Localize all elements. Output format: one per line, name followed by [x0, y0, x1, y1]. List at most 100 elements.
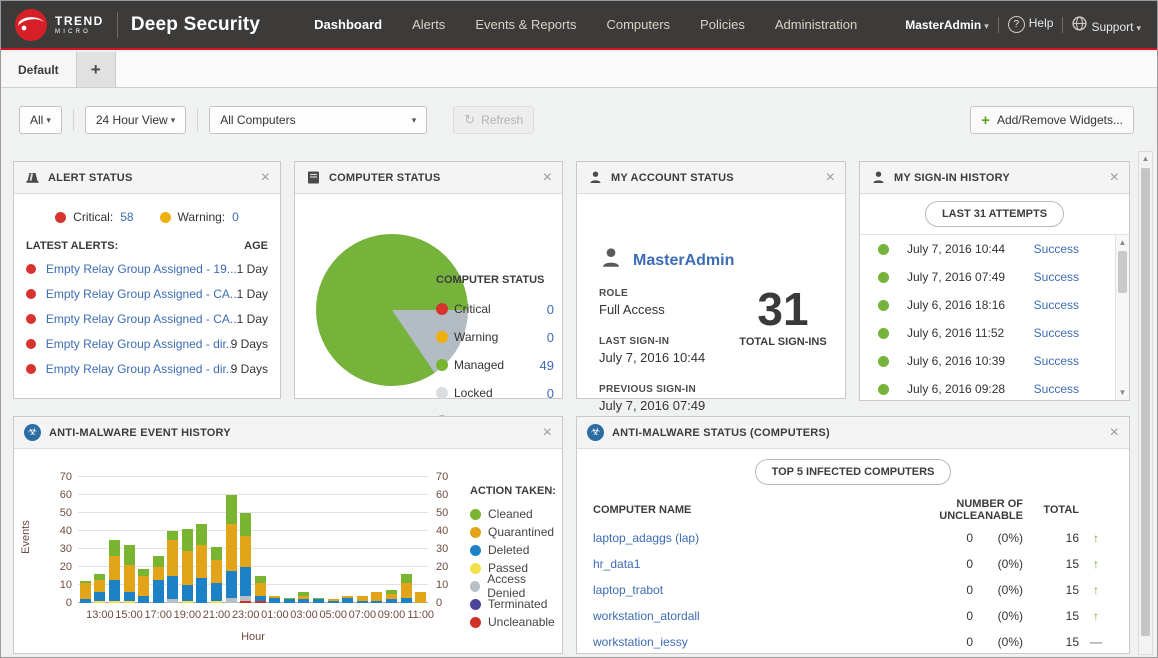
add-tab-button[interactable]: + — [77, 52, 116, 87]
username-link[interactable]: MasterAdmin — [633, 252, 734, 270]
nav-computers[interactable]: Computers — [606, 17, 670, 32]
tab-default[interactable]: Default — [1, 52, 77, 87]
close-icon[interactable]: × — [543, 425, 552, 441]
status-count-link[interactable]: 0 — [547, 302, 554, 317]
refresh-button[interactable]: ↻Refresh — [453, 106, 534, 134]
warning-count-link[interactable]: 0 — [232, 210, 239, 224]
computer-link[interactable]: laptop_trabot — [593, 583, 883, 597]
bar-segment — [357, 601, 368, 603]
stacked-bar-21:00[interactable] — [211, 547, 222, 603]
table-row: laptop_trabot 0 (0%) 15 ↑ — [577, 577, 1129, 603]
alert-link[interactable]: Empty Relay Group Assigned - dir... — [46, 337, 231, 351]
close-icon[interactable]: × — [261, 170, 270, 186]
stacked-bar-16:00[interactable] — [138, 569, 149, 603]
critical-count-link[interactable]: 58 — [120, 210, 133, 224]
nav-administration[interactable]: Administration — [775, 17, 857, 32]
page-scrollbar[interactable]: ▲ — [1138, 151, 1153, 655]
stacked-bar-23:00[interactable] — [240, 513, 251, 603]
previous-signin-label: PREVIOUS SIGN-IN — [599, 384, 705, 395]
last-attempts-button[interactable]: LAST 31 ATTEMPTS — [925, 201, 1064, 227]
stacked-bar-02:00[interactable] — [284, 598, 295, 603]
brand-divider — [117, 12, 118, 38]
bar-segment — [153, 567, 164, 580]
close-icon[interactable]: × — [543, 170, 552, 186]
stacked-bar-14:00[interactable] — [109, 540, 120, 603]
stacked-bar-01:00[interactable] — [269, 596, 280, 603]
signin-date: July 6, 2016 09:28 — [907, 382, 1005, 396]
close-icon[interactable]: × — [1110, 170, 1119, 186]
stacked-bar-10:00[interactable] — [401, 574, 412, 603]
nav-events-reports[interactable]: Events & Reports — [475, 17, 576, 32]
stacked-bar-22:00[interactable] — [226, 495, 237, 603]
stacked-bar-12:00[interactable] — [80, 581, 91, 603]
stacked-bar-06:00[interactable] — [342, 596, 353, 603]
alert-link[interactable]: Empty Relay Group Assigned - CA... — [46, 287, 237, 301]
nav-alerts[interactable]: Alerts — [412, 17, 445, 32]
signin-result-link[interactable]: Success — [1034, 382, 1079, 396]
uncleanable-pct: (0%) — [973, 583, 1023, 597]
stacked-bar-11:00[interactable] — [415, 592, 426, 603]
alert-link[interactable]: Empty Relay Group Assigned - CA... — [46, 312, 237, 326]
legend-item: Access Denied — [470, 577, 562, 595]
signin-date: July 7, 2016 10:44 — [907, 242, 1005, 256]
close-icon[interactable]: × — [826, 170, 835, 186]
nav-dashboard[interactable]: Dashboard — [314, 17, 382, 32]
help-menu[interactable]: ?Help — [1008, 16, 1054, 33]
status-label: Locked — [454, 386, 493, 400]
support-menu[interactable]: Support▾ — [1072, 16, 1141, 34]
stacked-bar-18:00[interactable] — [167, 531, 178, 603]
stacked-bar-17:00[interactable] — [153, 556, 164, 603]
close-icon[interactable]: × — [1110, 425, 1119, 441]
signin-result-link[interactable]: Success — [1034, 270, 1079, 284]
scroll-up-icon[interactable]: ▲ — [1116, 238, 1129, 247]
signin-result-link[interactable]: Success — [1034, 354, 1079, 368]
status-count-link[interactable]: 0 — [547, 386, 554, 401]
scroll-down-icon[interactable]: ▼ — [1116, 388, 1129, 397]
add-remove-widgets-button[interactable]: +Add/Remove Widgets... — [970, 106, 1134, 134]
bar-segment — [138, 569, 149, 576]
computer-filter-dropdown[interactable]: All Computers▾ — [209, 106, 427, 134]
stacked-bar-20:00[interactable] — [196, 524, 207, 603]
computer-link[interactable]: workstation_atordall — [593, 609, 883, 623]
stacked-bar-04:00[interactable] — [313, 598, 324, 603]
status-count-link[interactable]: 49 — [540, 358, 554, 373]
time-filter-dropdown[interactable]: 24 Hour View▾ — [85, 106, 186, 134]
legend-dot — [470, 617, 481, 628]
biohazard-icon: ☣ — [24, 424, 41, 441]
stacked-bar-07:00[interactable] — [357, 596, 368, 603]
divider — [73, 109, 74, 131]
widget-scrollbar[interactable]: ▲ ▼ — [1115, 235, 1129, 400]
scroll-thumb[interactable] — [1141, 168, 1150, 636]
stacked-bar-19:00[interactable] — [182, 529, 193, 603]
computer-link[interactable]: hr_data1 — [593, 557, 883, 571]
scroll-thumb[interactable] — [1118, 251, 1127, 293]
top5-infected-button[interactable]: TOP 5 INFECTED COMPUTERS — [755, 459, 952, 485]
computer-link[interactable]: laptop_adaggs (lap) — [593, 531, 883, 545]
nav-policies[interactable]: Policies — [700, 17, 745, 32]
status-count-link[interactable]: 0 — [547, 330, 554, 345]
user-menu[interactable]: MasterAdmin▾ — [905, 18, 989, 32]
stacked-bar-13:00[interactable] — [94, 574, 105, 603]
my-signin-history-widget: MY SIGN-IN HISTORY × LAST 31 ATTEMPTS Ju… — [859, 161, 1130, 401]
stacked-bar-05:00[interactable] — [328, 599, 339, 603]
signin-result-link[interactable]: Success — [1034, 242, 1079, 256]
uncleanable-count: 0 — [883, 531, 973, 545]
stacked-bar-15:00[interactable] — [124, 545, 135, 603]
stacked-bar-09:00[interactable] — [386, 590, 397, 603]
alert-link[interactable]: Empty Relay Group Assigned - dir... — [46, 362, 231, 376]
bar-segment — [196, 545, 207, 577]
stacked-bar-03:00[interactable] — [298, 592, 309, 603]
stacked-bar-08:00[interactable] — [371, 592, 382, 603]
computer-link[interactable]: workstation_iessy — [593, 635, 883, 649]
x-tick-label: 11:00 — [407, 609, 434, 621]
alert-link[interactable]: Empty Relay Group Assigned - 19... — [46, 262, 237, 276]
stacked-bar-00:00[interactable] — [255, 576, 266, 603]
scroll-up-icon[interactable]: ▲ — [1139, 154, 1152, 163]
signin-result-link[interactable]: Success — [1034, 298, 1079, 312]
anti-malware-event-history-widget: ☣ ANTI-MALWARE EVENT HISTORY × Events 01… — [13, 416, 563, 654]
signin-result-link[interactable]: Success — [1034, 326, 1079, 340]
bar-segment — [167, 540, 178, 576]
uncleanable-pct: (0%) — [973, 531, 1023, 545]
scope-filter-dropdown[interactable]: All▾ — [19, 106, 62, 134]
alert-age: 1 Day — [237, 262, 268, 276]
